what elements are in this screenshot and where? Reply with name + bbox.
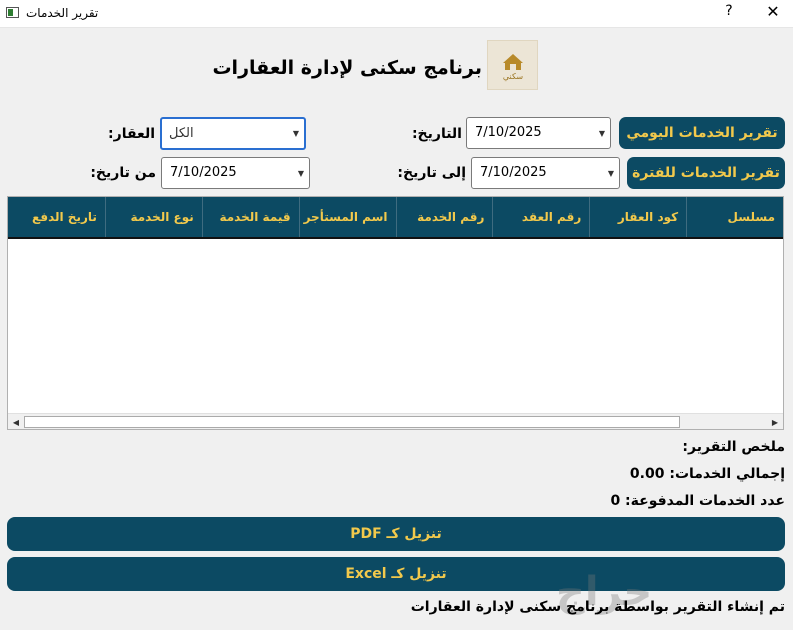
column-header[interactable]: نوع الخدمة (104, 197, 202, 237)
page-title: برنامج سكنى لإدارة العقارات (212, 57, 482, 79)
column-header[interactable]: اسم المستأجر (298, 197, 396, 237)
date-label: التاريخ: (411, 126, 462, 142)
column-header[interactable]: قيمة الخدمة (201, 197, 299, 237)
column-header[interactable]: تاريخ الدفع (8, 197, 105, 237)
summary-heading: ملخص التقرير: (682, 439, 785, 455)
scroll-left-icon[interactable]: ◀ (10, 416, 22, 428)
daily-report-button[interactable]: تقرير الخدمات اليومي (619, 117, 785, 149)
title-bar: تقرير الخدمات ? ✕ (0, 0, 793, 28)
scroll-right-icon[interactable]: ▶ (769, 416, 781, 428)
window-title: تقرير الخدمات (26, 6, 99, 20)
from-date-picker[interactable]: 7/10/2025 ▼ (161, 157, 310, 189)
to-date-picker[interactable]: 7/10/2025 ▼ (471, 157, 620, 189)
chevron-down-icon[interactable]: ▼ (595, 118, 609, 148)
download-pdf-button[interactable]: تنزيل كـ PDF (7, 517, 785, 551)
footer-note: تم إنشاء التقرير بواسطة برنامج سكنى لإدا… (410, 599, 785, 615)
download-excel-button[interactable]: تنزيل كـ Excel (7, 557, 785, 591)
to-date-value: 7/10/2025 (480, 165, 547, 180)
help-button[interactable]: ? (722, 3, 736, 19)
to-date-label: إلى تاريخ: (397, 165, 466, 181)
chevron-down-icon[interactable]: ▼ (289, 119, 303, 148)
column-header[interactable]: كود العقار (589, 197, 686, 237)
chevron-down-icon[interactable]: ▼ (294, 158, 308, 188)
column-header[interactable]: رقم العقد (492, 197, 589, 237)
date-value: 7/10/2025 (475, 125, 542, 140)
from-date-label: من تاريخ: (90, 165, 156, 181)
column-header[interactable]: مسلسل (686, 197, 783, 237)
property-label: العقار: (108, 126, 155, 142)
house-logo-icon: سكني (502, 54, 523, 81)
horizontal-scrollbar[interactable]: ◀ ▶ (8, 413, 783, 429)
total-services: إجمالي الخدمات: 0.00 (629, 466, 785, 482)
column-header[interactable]: رقم الخدمة (395, 197, 493, 237)
period-report-button[interactable]: تقرير الخدمات للفترة (627, 157, 785, 189)
property-value: الكل (169, 126, 194, 141)
services-table[interactable]: مسلسل كود العقار رقم العقد رقم الخدمة اس… (7, 196, 784, 430)
app-icon (6, 7, 19, 18)
paid-services-count: عدد الخدمات المدفوعة: 0 (610, 493, 785, 509)
svg-text:سكني: سكني (502, 72, 523, 81)
property-select[interactable]: الكل ▼ (160, 117, 306, 150)
from-date-value: 7/10/2025 (170, 165, 237, 180)
chevron-down-icon[interactable]: ▼ (604, 158, 618, 188)
table-header: مسلسل كود العقار رقم العقد رقم الخدمة اس… (8, 197, 783, 239)
app-logo: سكني (487, 40, 538, 90)
close-button[interactable]: ✕ (764, 2, 782, 21)
date-picker[interactable]: 7/10/2025 ▼ (466, 117, 611, 149)
scrollbar-thumb[interactable] (24, 416, 680, 428)
